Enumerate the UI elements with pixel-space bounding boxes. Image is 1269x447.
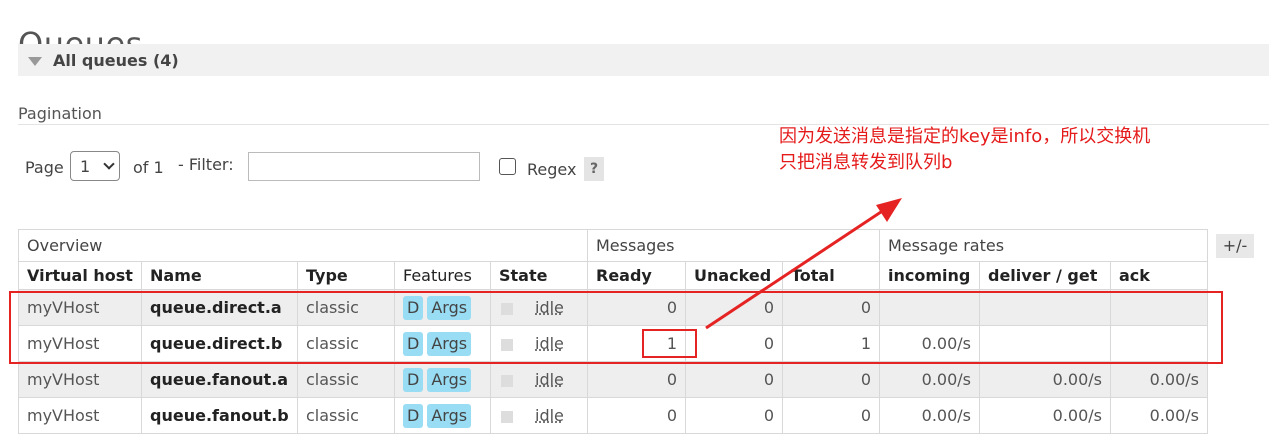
annotation-arrow-icon xyxy=(705,198,902,330)
